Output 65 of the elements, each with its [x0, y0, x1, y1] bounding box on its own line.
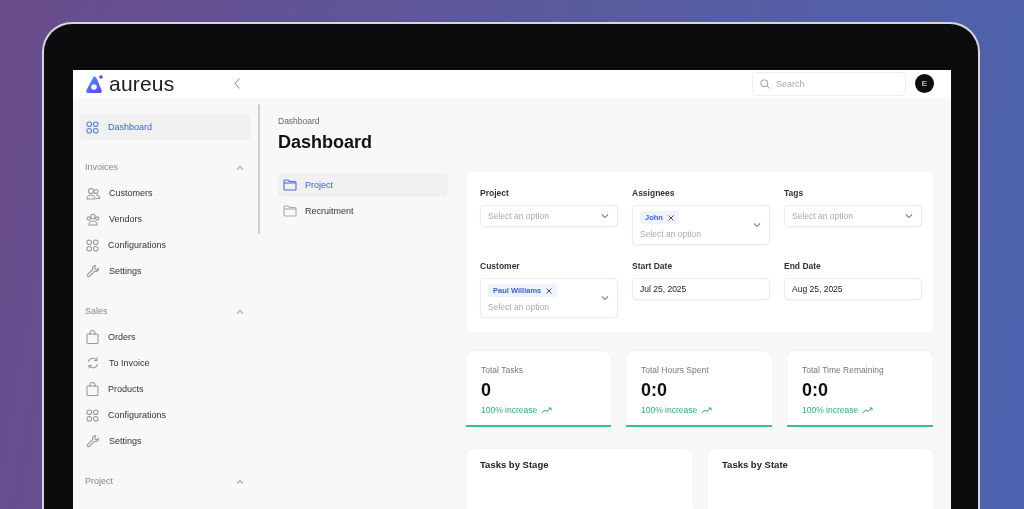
stat-value: 0:0 — [640, 380, 668, 401]
stat-value: 0:0 — [801, 380, 829, 401]
chevron-down-icon — [601, 213, 609, 219]
stat-value: 0 — [480, 380, 492, 401]
trend-up-icon — [701, 406, 713, 414]
sidebar-item[interactable]: To Invoice — [80, 350, 250, 376]
grid-icon — [86, 120, 99, 134]
sidebar-item[interactable]: Products — [80, 376, 250, 402]
user-avatar[interactable]: E — [915, 74, 934, 93]
folder-icon — [283, 179, 297, 191]
date-field[interactable]: Jul 25, 2025 — [632, 278, 770, 300]
section-header[interactable]: Project — [80, 468, 250, 494]
chevron-icon — [236, 164, 244, 170]
field-label: Customer — [480, 261, 521, 271]
refresh-icon — [86, 356, 100, 370]
sidebar-item[interactable]: Dashboard — [80, 114, 250, 140]
remove-icon[interactable] — [546, 287, 553, 294]
sidebar-item[interactable]: Configurations — [80, 402, 250, 428]
users-icon — [86, 186, 100, 200]
project-nav-item[interactable]: Recruitment — [278, 199, 448, 223]
panel-title: Tasks by Stage — [480, 459, 550, 470]
stat-label: Total Time Remaining — [801, 365, 885, 375]
field-label: Tags — [784, 188, 805, 198]
field-label: Start Date — [632, 261, 674, 271]
trend-text: 100% increase — [641, 405, 698, 415]
breadcrumb[interactable]: Dashboard — [278, 116, 448, 126]
sidebar-item[interactable]: Settings — [80, 258, 250, 284]
brand-name: aureus — [109, 71, 175, 96]
field-label: Assignees — [632, 188, 676, 198]
project-nav-item[interactable]: Project — [278, 173, 448, 197]
stat-label: Total Hours Spent — [640, 365, 710, 375]
section-header[interactable]: Invoices — [80, 154, 250, 180]
remove-icon[interactable] — [667, 214, 674, 221]
search-field[interactable]: Search — [752, 71, 906, 96]
grid-icon — [86, 408, 99, 422]
chevron-icon — [236, 308, 244, 314]
shopping-bag-icon — [86, 382, 99, 396]
panel-title: Tasks by State — [722, 459, 789, 470]
section-header[interactable]: Sales — [80, 298, 250, 324]
wrench-icon — [86, 264, 100, 278]
folder-icon — [283, 205, 297, 217]
chevron-down-icon — [905, 213, 913, 219]
page-title: Dashboard — [278, 132, 374, 153]
trend-text: 100% increase — [481, 405, 538, 415]
stat-label: Total Tasks — [480, 365, 524, 375]
sidebar-item[interactable]: Configurations — [80, 232, 250, 258]
sidebar-item[interactable]: Customers — [80, 180, 250, 206]
sidebar-item[interactable]: Vendors — [80, 206, 250, 232]
grid-icon — [86, 238, 99, 252]
chevron-down-icon — [601, 295, 609, 301]
sidebar-item[interactable]: Settings — [80, 428, 250, 454]
trend-up-icon — [541, 406, 553, 414]
date-field[interactable]: Aug 25, 2025 — [784, 278, 922, 300]
field-label: Project — [480, 188, 510, 198]
sidebar-item[interactable]: Orders — [80, 324, 250, 350]
chevron-down-icon — [753, 222, 761, 228]
trend-text: 100% increase — [802, 405, 859, 415]
logo-icon — [85, 73, 105, 94]
people-group-icon — [86, 212, 100, 226]
chevron-icon — [236, 478, 244, 484]
wrench-icon — [86, 434, 100, 448]
shopping-bag-icon — [86, 330, 99, 344]
chevron-left-icon — [234, 78, 241, 89]
field-label: End Date — [784, 261, 822, 271]
trend-up-icon — [862, 406, 874, 414]
